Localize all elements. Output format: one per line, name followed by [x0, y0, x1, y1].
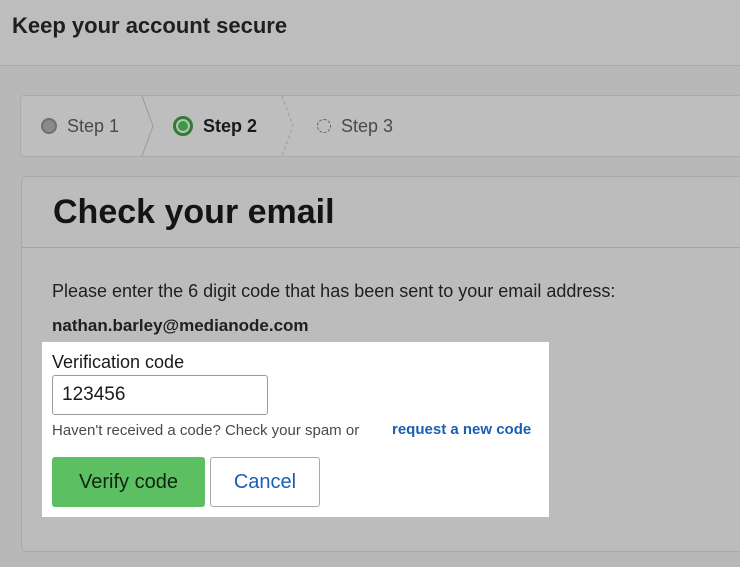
verification-code-input[interactable] [52, 375, 268, 415]
step-completed-icon [41, 118, 57, 134]
top-bar: Keep your account secure [0, 0, 740, 66]
step-upcoming-icon [317, 119, 331, 133]
step-1-label: Step 1 [67, 115, 120, 136]
instructions-text: Please enter the 6 digit code that has b… [52, 281, 616, 301]
step-2-label: Step 2 [203, 115, 258, 136]
verification-form: Verification code Haven't received a cod… [42, 342, 549, 517]
request-new-code-link[interactable]: request a new code [392, 421, 531, 438]
step-2: Step 2 [173, 96, 257, 156]
card-header: Check your email [22, 177, 740, 248]
step-separator-icon [281, 96, 294, 156]
cancel-button[interactable]: Cancel [210, 457, 320, 507]
step-3: Step 3 [317, 96, 393, 156]
verify-code-button[interactable]: Verify code [52, 457, 205, 507]
step-3-label: Step 3 [341, 115, 394, 136]
stepper: Step 1 Step 2 Step 3 [20, 95, 740, 157]
verification-code-label: Verification code [52, 352, 185, 372]
resend-hint: Haven't received a code? Check your spam… [52, 422, 360, 439]
step-separator-icon [141, 96, 154, 156]
step-1: Step 1 [41, 96, 119, 156]
step-current-icon [173, 116, 193, 136]
page-title: Keep your account secure [12, 13, 288, 38]
card-title: Check your email [53, 193, 335, 231]
email-address: nathan.barley@medianode.com [52, 316, 309, 335]
